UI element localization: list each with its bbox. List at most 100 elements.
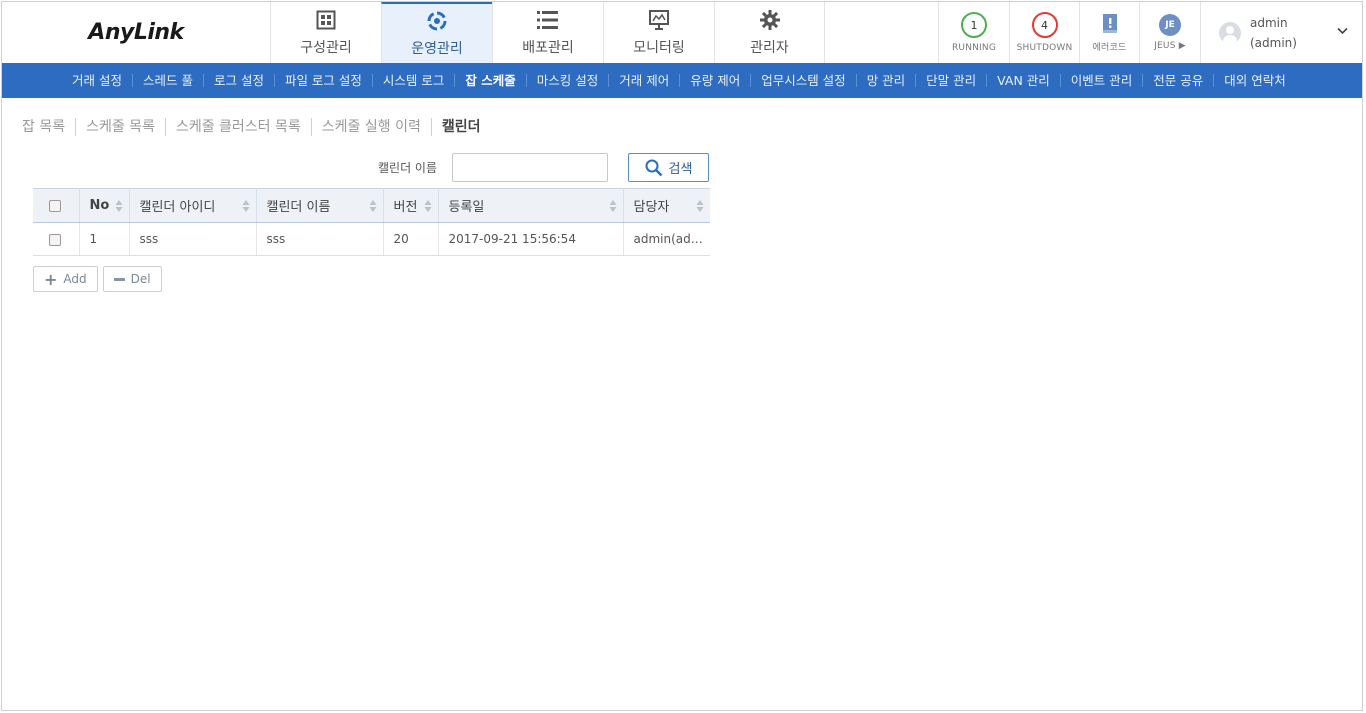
shutdown-count: 4 [1031, 12, 1058, 38]
delete-button[interactable]: Del [102, 266, 162, 292]
shutdown-label: SHUTDOWN [1016, 43, 1073, 53]
search-icon [645, 159, 662, 176]
list-icon [537, 9, 559, 31]
table-row[interactable]: 1 sss sss 20 2017-09-21 15:56:54 admin(a… [33, 222, 710, 256]
error-book-icon [1099, 13, 1121, 35]
jeus-status[interactable]: JE JEUS ▶ [1139, 2, 1200, 63]
cell-no: 1 [79, 222, 130, 256]
main-nav-admin[interactable]: 관리자 [714, 2, 825, 63]
monitor-icon [648, 9, 670, 31]
row-select-cell [33, 222, 80, 256]
select-all-checkbox[interactable] [49, 199, 61, 212]
main-nav-operation[interactable]: 운영관리 [381, 2, 492, 63]
main-nav-label: 구성관리 [300, 39, 352, 56]
cell-calendar-id: sss [129, 222, 257, 256]
col-header-label: 담당자 [633, 200, 670, 215]
gear-icon [759, 9, 781, 31]
tab-schedule-cluster-list[interactable]: 스케줄 클러스터 목록 [164, 118, 311, 136]
chevron-down-icon [1337, 24, 1348, 38]
sort-icon [424, 200, 431, 212]
main-nav: 구성관리 운영관리 배포관리 모니터링 관리자 [270, 2, 825, 63]
select-all-cell [33, 188, 80, 223]
sub-nav-item-terminal[interactable]: 단말 관리 [915, 74, 986, 87]
sub-nav-item-system-log[interactable]: 시스템 로그 [371, 74, 454, 87]
logo[interactable]: AnyLink [2, 2, 270, 63]
jeus-badge: JE [1159, 14, 1181, 36]
col-header-label: 버전 [393, 200, 418, 215]
tab-calendar[interactable]: 캘린더 [430, 118, 491, 136]
sort-icon [609, 200, 616, 212]
target-icon [426, 10, 448, 32]
calendar-grid: No 캘린더 아이디 캘린더 이름 버전 등록일 담당자 1 sss sss 2… [33, 188, 710, 256]
logo-text: AnyLink [88, 20, 184, 45]
shutdown-status[interactable]: 4 SHUTDOWN [1009, 2, 1079, 63]
running-count: 1 [961, 12, 987, 38]
main-nav-deploy[interactable]: 배포관리 [492, 2, 603, 63]
delete-button-label: Del [130, 272, 151, 286]
calendar-name-input[interactable] [452, 153, 608, 182]
user-name: admin [1250, 15, 1288, 30]
sort-icon [115, 200, 122, 212]
sub-nav-item-business-system[interactable]: 업무시스템 설정 [750, 74, 855, 87]
minus-icon [113, 277, 125, 281]
main-nav-label: 운영관리 [411, 40, 463, 57]
sub-nav-item-job-schedule[interactable]: 잡 스케줄 [454, 74, 525, 87]
col-header-registered[interactable]: 등록일 [438, 188, 624, 223]
col-header-label: 캘린더 이름 [266, 200, 331, 215]
errorcode-status[interactable]: 에러코드 [1079, 2, 1139, 63]
app-window: AnyLink 구성관리 운영관리 배포관리 모니터링 관리자 1 RUNNIN… [1, 1, 1363, 711]
sub-nav-item-thread-pool[interactable]: 스레드 풀 [131, 74, 203, 87]
col-header-version[interactable]: 버전 [383, 188, 439, 223]
col-header-no[interactable]: No [79, 188, 130, 223]
grid-icon [315, 9, 337, 31]
grid-actions: + Add Del [33, 266, 167, 292]
col-header-label: 캘린더 아이디 [139, 200, 216, 215]
sub-nav: 거래 설정 스레드 풀 로그 설정 파일 로그 설정 시스템 로그 잡 스케줄 … [2, 63, 1362, 98]
top-header: AnyLink 구성관리 운영관리 배포관리 모니터링 관리자 1 RUNNIN… [2, 2, 1362, 63]
sort-icon [369, 200, 376, 212]
col-header-calendar-id[interactable]: 캘린더 아이디 [129, 188, 257, 223]
tab-schedule-history[interactable]: 스케줄 실행 이력 [310, 118, 431, 136]
col-header-label: No [89, 198, 110, 213]
sub-nav-item-flow-control[interactable]: 유량 제어 [679, 74, 750, 87]
grid-header-row: No 캘린더 아이디 캘린더 이름 버전 등록일 담당자 [33, 188, 710, 223]
sub-nav-item-log-settings[interactable]: 로그 설정 [202, 74, 274, 87]
col-header-owner[interactable]: 담당자 [623, 188, 710, 223]
col-header-label: 등록일 [448, 200, 485, 215]
running-status[interactable]: 1 RUNNING [938, 2, 1009, 63]
cell-owner: admin(admi... [623, 222, 710, 256]
add-button[interactable]: + Add [33, 266, 98, 292]
main-nav-label: 관리자 [750, 39, 789, 56]
page-tabs: 잡 목록 스케줄 목록 스케줄 클러스터 목록 스케줄 실행 이력 캘린더 [22, 118, 490, 136]
sub-nav-item-external-contacts[interactable]: 대외 연락처 [1213, 74, 1295, 87]
sub-nav-item-transaction-settings[interactable]: 거래 설정 [62, 74, 132, 87]
cell-registered: 2017-09-21 15:56:54 [438, 222, 624, 256]
sub-nav-item-transaction-control[interactable]: 거래 제어 [608, 74, 679, 87]
sub-nav-item-event[interactable]: 이벤트 관리 [1059, 74, 1142, 87]
search-button[interactable]: 검색 [628, 153, 709, 182]
row-checkbox[interactable] [49, 233, 61, 246]
tab-job-list[interactable]: 잡 목록 [22, 118, 75, 136]
sub-nav-item-message-share[interactable]: 전문 공유 [1142, 74, 1213, 87]
user-id: (admin) [1250, 35, 1297, 50]
user-menu[interactable]: admin (admin) [1200, 2, 1362, 63]
sort-icon [242, 200, 249, 212]
running-label: RUNNING [951, 43, 997, 53]
cell-version: 20 [383, 222, 439, 256]
errorcode-label: 에러코드 [1092, 42, 1127, 53]
add-button-label: Add [63, 272, 87, 286]
jeus-label: JEUS ▶ [1154, 41, 1186, 51]
search-button-label: 검색 [668, 162, 693, 177]
tab-schedule-list[interactable]: 스케줄 목록 [75, 118, 165, 136]
sub-nav-item-network[interactable]: 망 관리 [855, 74, 915, 87]
sub-nav-item-masking-settings[interactable]: 마스킹 설정 [525, 74, 608, 87]
main-nav-config[interactable]: 구성관리 [270, 2, 381, 63]
col-header-calendar-name[interactable]: 캘린더 이름 [256, 188, 384, 223]
sub-nav-item-file-log-settings[interactable]: 파일 로그 설정 [273, 74, 372, 87]
main-nav-label: 모니터링 [633, 39, 685, 56]
cell-calendar-name: sss [256, 222, 384, 256]
main-nav-monitoring[interactable]: 모니터링 [603, 2, 714, 63]
user-avatar-icon [1219, 21, 1241, 44]
sub-nav-item-van[interactable]: VAN 관리 [986, 74, 1060, 87]
sort-icon [696, 200, 704, 212]
